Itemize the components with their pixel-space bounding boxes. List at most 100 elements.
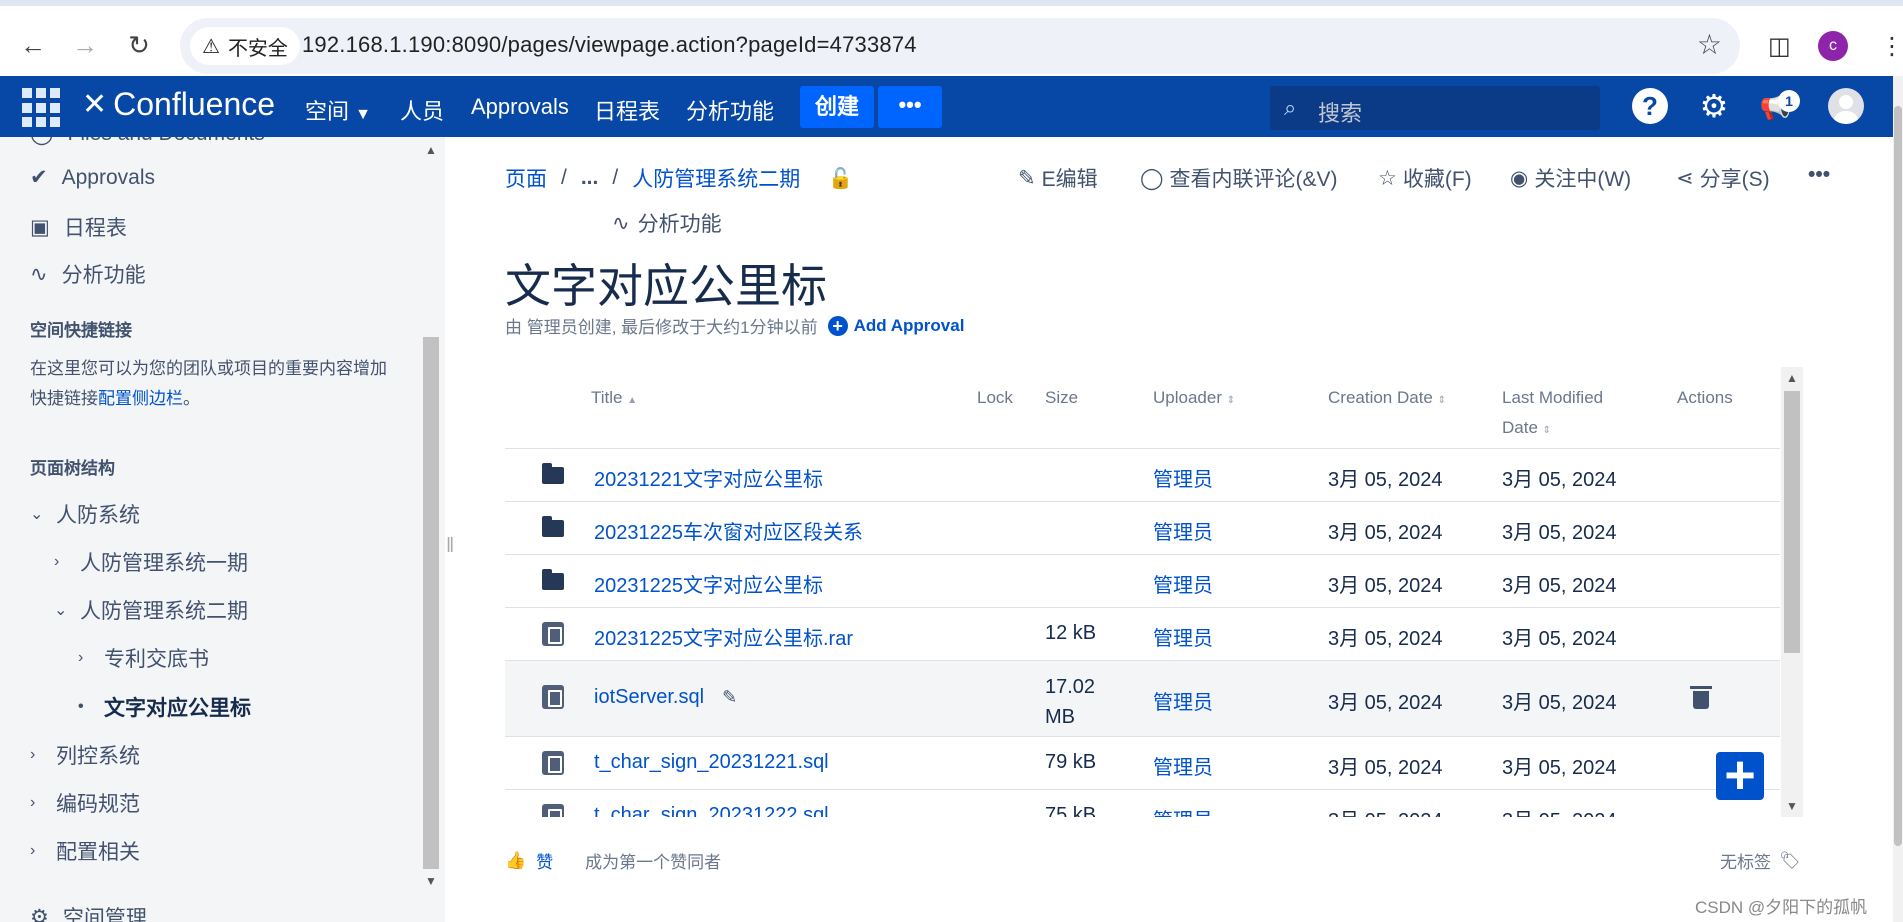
table-scroll-thumb[interactable] [1784,391,1800,653]
sidebar-scroll-thumb[interactable] [423,337,439,869]
profile-avatar[interactable]: c [1818,31,1848,61]
nav-approvals[interactable]: Approvals [471,94,569,120]
settings-gear-icon[interactable]: ⚙ [1696,88,1732,124]
sidebar-item-analytics[interactable]: ∿ 分析功能 [30,259,146,289]
attachment-name[interactable]: t_char_sign_20231221.sql [594,751,829,774]
col-title[interactable]: Title ▲ [591,383,637,416]
sidebar-item-calendars[interactable]: ▣ 日程表 [30,212,127,242]
side-panel-icon[interactable]: ◫ [1768,32,1791,61]
sidebar-item-space-admin[interactable]: ⚙ 空间管理 [30,902,147,922]
edit-button[interactable]: ✎ E编辑 [1018,163,1098,193]
chevron-right-icon[interactable]: › [78,649,92,667]
chevron-right-icon[interactable]: › [54,553,68,571]
tree-item-config[interactable]: › 配置相关 [30,836,140,866]
attachment-name[interactable]: 20231225文字对应公里标.rar [594,622,853,651]
chevron-right-icon[interactable]: › [30,794,44,812]
confluence-logo[interactable]: ✕ Confluence [82,86,275,123]
address-bar[interactable]: ⚠ 不安全 192.168.1.190:8090/pages/viewpage.… [180,18,1740,74]
nav-people[interactable]: 人员 [400,94,444,126]
sidebar-resize-handle[interactable]: ‖ [446,535,454,558]
tree-item-renfang[interactable]: ⌄ 人防系统 [30,499,140,529]
configure-sidebar-link[interactable]: 配置侧边栏 [98,389,183,408]
thumbs-up-icon[interactable]: 👍 [505,851,526,871]
add-attachment-plus-button[interactable]: + [1716,748,1764,802]
like-button[interactable]: 赞 [536,848,553,873]
table-scrollbar[interactable]: ▲ ▼ [1781,367,1803,817]
tree-item-patent[interactable]: › 专利交底书 [78,643,209,673]
help-icon[interactable]: ? [1632,88,1668,124]
sidebar-item-approvals[interactable]: ✔ Approvals [30,165,155,190]
more-actions-button[interactable]: ••• [1808,163,1830,187]
unlock-icon[interactable]: 🔓 [828,166,853,191]
nav-spaces[interactable]: 空间 ▼ [305,94,371,126]
sidebar-scrollbar[interactable]: ▲ ▼ [420,137,442,897]
watch-button[interactable]: ◉ 关注中(W) [1510,163,1631,193]
sidebar-item-files[interactable]: ◯Files and Documents [30,137,265,146]
breadcrumb-parent[interactable]: 人防管理系统二期 [632,163,800,193]
uploader-link[interactable]: 管理员 [1153,516,1213,545]
tag-icon[interactable]: 🏷 [1779,851,1801,871]
favorite-button[interactable]: ☆ 收藏(F) [1378,163,1472,193]
chevron-down-icon[interactable]: ⌄ [54,600,68,620]
attachment-name[interactable]: t_char_sign_20231222.sql [594,804,829,817]
uploader-link[interactable]: 管理员 [1153,622,1213,651]
page-scrollbar[interactable] [1893,76,1903,922]
table-row[interactable]: 20231225车次窗对应区段关系 管理员 3月 05, 2024 3月 05,… [505,502,1780,554]
tree-item-phase1[interactable]: › 人防管理系统一期 [54,547,248,577]
col-uploader[interactable]: Uploader ⇕ [1153,383,1235,416]
security-chip[interactable]: ⚠ 不安全 [190,27,300,65]
create-button[interactable]: 创建 [800,86,874,128]
table-row[interactable]: iotServer.sql ✎ 17.02 MB 管理员 3月 05, 2024 3… [505,661,1780,736]
nav-analytics[interactable]: 分析功能 [686,94,774,126]
uploader-link[interactable]: 管理员 [1153,463,1213,492]
scroll-up-icon[interactable]: ▲ [1786,371,1798,385]
search-input[interactable]: ⌕ 搜索 [1270,86,1600,130]
col-last-modified[interactable]: Last Modified Date ⇕ [1502,383,1603,446]
url-text[interactable]: 192.168.1.190:8090/pages/viewpage.action… [302,32,917,58]
attachment-name[interactable]: 20231225车次窗对应区段关系 [594,516,863,545]
uploader-link[interactable]: 管理员 [1153,751,1213,780]
table-row[interactable]: t_char_sign_20231221.sql 79 kB 管理员 3月 05… [505,737,1780,789]
chrome-menu-icon[interactable]: ⋮ [1880,32,1903,61]
user-avatar[interactable] [1828,88,1864,124]
scroll-up-icon[interactable]: ▲ [425,143,437,157]
uploader-link[interactable]: 管理员 [1153,569,1213,598]
uploader-link[interactable]: 管理员 [1153,686,1213,715]
attachment-name[interactable]: iotServer.sql ✎ [594,686,737,709]
chevron-down-icon[interactable]: ⌄ [30,504,44,524]
breadcrumb-pages[interactable]: 页面 [505,163,547,193]
reload-icon[interactable]: ↻ [124,30,154,60]
table-row[interactable]: 20231225文字对应公里标.rar 12 kB 管理员 3月 05, 202… [505,608,1780,660]
trash-icon[interactable] [1690,686,1712,709]
tree-item-coding-standard[interactable]: › 编码规范 [30,788,140,818]
labels-area[interactable]: 无标签 🏷 [1720,848,1801,873]
edit-file-pencil-icon[interactable]: ✎ [722,687,737,707]
bookmark-star-icon[interactable]: ☆ [1697,28,1722,61]
create-more-button[interactable]: ••• [878,86,942,128]
add-approval-button[interactable]: + Add Approval [827,315,964,336]
tree-item-current[interactable]: • 文字对应公里标 [78,692,251,722]
table-row[interactable]: 20231225文字对应公里标 管理员 3月 05, 2024 3月 05, 2… [505,555,1780,607]
tree-item-phase2[interactable]: ⌄ 人防管理系统二期 [54,595,248,625]
chevron-right-icon[interactable]: › [30,746,44,764]
share-button[interactable]: ⋖ 分享(S) [1676,163,1770,193]
file-icon [542,622,564,646]
inline-comments-button[interactable]: ◯ 查看内联评论(&V) [1140,163,1338,193]
tree-item-train-control[interactable]: › 列控系统 [30,740,140,770]
table-row[interactable]: t_char_sign_20231222.sql 75 kB 管理员 3月 05… [505,790,1780,817]
nav-calendars[interactable]: 日程表 [594,94,660,126]
forward-icon[interactable]: → [70,30,100,60]
attachment-name[interactable]: 20231225文字对应公里标 [594,569,823,598]
chevron-right-icon[interactable]: › [30,842,44,860]
warning-icon: ⚠ [202,35,220,58]
attachment-name[interactable]: 20231221文字对应公里标 [594,463,823,492]
app-switcher-icon[interactable] [22,88,62,128]
uploader-link[interactable]: 管理员 [1153,804,1213,817]
scroll-down-icon[interactable]: ▼ [1786,799,1798,813]
breadcrumb-ellipsis[interactable]: ... [581,166,599,190]
table-row[interactable]: 20231221文字对应公里标 管理员 3月 05, 2024 3月 05, 2… [505,449,1780,501]
scroll-down-icon[interactable]: ▼ [425,874,437,888]
col-creation-date[interactable]: Creation Date ⇕ [1328,383,1446,416]
back-icon[interactable]: ← [18,30,48,60]
page-analytics-link[interactable]: ∿ 分析功能 [612,208,722,238]
